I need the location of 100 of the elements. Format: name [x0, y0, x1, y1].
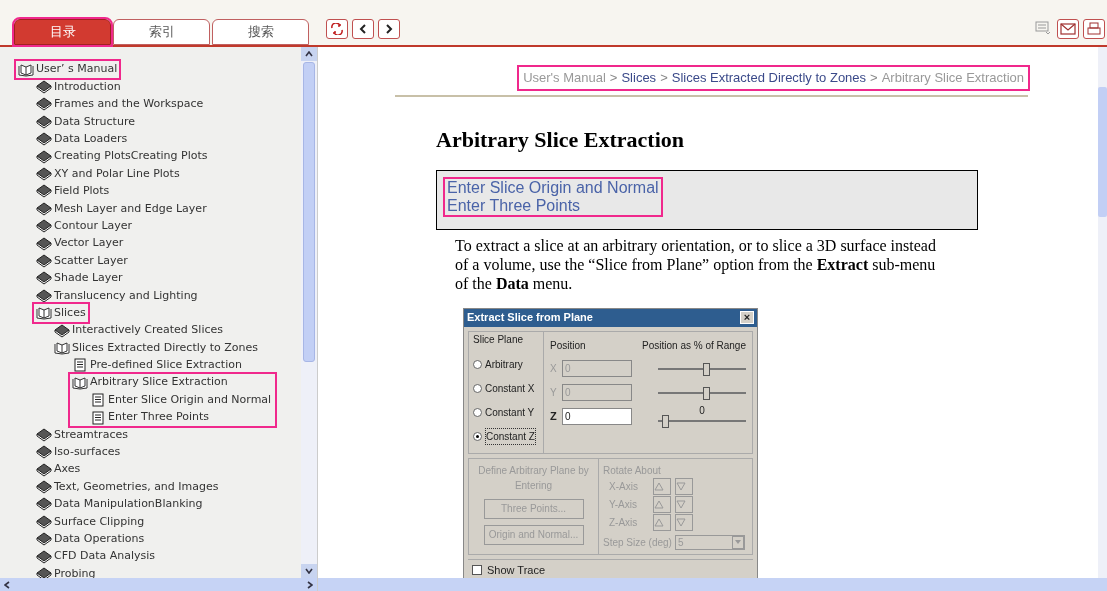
breadcrumb-separator: >	[870, 69, 878, 87]
closed-book-icon	[36, 132, 52, 147]
tab[interactable]: 搜索	[212, 19, 309, 45]
tree-item[interactable]: Mesh Layer and Edge Layer	[34, 200, 209, 218]
tree-item[interactable]: Shade Layer	[34, 269, 125, 288]
closed-book-icon	[36, 497, 52, 512]
checkbox-label: Show Trace	[487, 562, 546, 578]
closed-book-icon	[36, 201, 52, 216]
slider-track[interactable]	[658, 386, 746, 399]
closed-book-icon	[36, 97, 52, 112]
radio-button[interactable]	[473, 408, 482, 417]
breadcrumb-text: User's Manual	[523, 69, 606, 87]
scroll-up-icon[interactable]	[301, 47, 317, 61]
tree-item[interactable]: Surface Clipping	[34, 513, 147, 531]
slider-track[interactable]	[658, 362, 746, 375]
tree-item[interactable]: Introduction	[34, 78, 123, 96]
open-book-icon	[18, 62, 34, 77]
tree-item[interactable]: Interactively Created Slices	[52, 321, 225, 340]
closed-book-icon	[36, 114, 52, 129]
tree-item[interactable]: Axes	[34, 461, 83, 479]
page-title: Arbitrary Slice Extraction	[436, 125, 686, 154]
print-icon[interactable]	[1083, 19, 1105, 39]
section-label: Define Arbitrary Plane by Entering	[477, 463, 590, 493]
refresh-icon[interactable]	[326, 19, 348, 39]
closed-book-icon	[54, 323, 70, 338]
axis-label: Z	[550, 409, 558, 425]
tree-item[interactable]: Text, Geometries, and Images	[34, 478, 221, 496]
dialog-title: Extract Slice from Plane	[467, 310, 593, 326]
field-label: Step Size (deg)	[603, 535, 672, 550]
tree-item[interactable]: Data Loaders	[34, 130, 130, 148]
tree-item[interactable]: Data ManipulationBlanking	[34, 495, 205, 514]
vertical-scrollbar[interactable]	[301, 47, 317, 578]
topic-link[interactable]: Enter Slice Origin and Normal	[447, 178, 659, 197]
tree-item[interactable]: Enter Slice Origin and Normal	[88, 391, 274, 409]
tree-item[interactable]: Data Structure	[34, 113, 137, 131]
axis-label: Z-Axis	[609, 516, 639, 530]
tree-item[interactable]: Creating PlotsCreating Plots	[34, 147, 210, 166]
closed-book-icon	[36, 236, 52, 251]
tree-item[interactable]: Streamtraces	[34, 426, 130, 444]
closed-book-icon	[36, 567, 52, 578]
open-book-icon	[36, 306, 52, 321]
breadcrumb-link[interactable]: Slices	[621, 68, 657, 88]
tree-item[interactable]: Contour Layer	[34, 217, 135, 235]
scroll-left-icon[interactable]	[4, 580, 10, 589]
vertical-scrollbar[interactable]	[1098, 47, 1107, 578]
tree-item[interactable]: Frames and the Workspace	[34, 95, 206, 114]
checkbox[interactable]	[472, 565, 482, 575]
tree-item[interactable]: Pre-defined Slice Extraction	[70, 356, 244, 375]
closed-book-icon	[36, 271, 52, 286]
forward-icon[interactable]	[378, 19, 400, 39]
radio-label: Constant Y	[485, 406, 535, 420]
closed-book-icon	[36, 288, 52, 303]
closed-book-icon	[36, 80, 52, 95]
tree-item[interactable]: Iso-surfaces	[34, 443, 123, 461]
tab[interactable]: 目录	[14, 19, 111, 45]
tree-item[interactable]: Data Operations	[34, 530, 147, 548]
tree-item[interactable]: Slices	[34, 304, 88, 322]
radio-button[interactable]	[473, 432, 482, 441]
tree-item[interactable]: Field Plots	[34, 182, 112, 201]
closed-book-icon	[36, 480, 52, 495]
radio-button[interactable]	[473, 384, 482, 393]
tree-item[interactable]: Vector Layer	[34, 234, 126, 253]
page-icon	[90, 393, 106, 408]
position-field[interactable]: 0	[562, 408, 632, 425]
tab[interactable]: 索引	[113, 19, 210, 45]
scroll-down-icon[interactable]	[301, 564, 317, 578]
breadcrumb-link[interactable]: Slices Extracted Directly to Zones	[671, 68, 867, 88]
slider-thumb[interactable]	[662, 415, 670, 428]
tree-item[interactable]: CFD Data Analysis	[34, 547, 158, 566]
breadcrumb-text: Arbitrary Slice Extraction	[881, 69, 1024, 87]
closed-book-icon	[36, 184, 52, 199]
closed-book-icon	[36, 219, 52, 234]
closed-book-icon	[36, 549, 52, 564]
tree-item[interactable]: Enter Three Points	[88, 408, 212, 427]
tree-item[interactable]: User’ s Manual	[16, 61, 120, 79]
tree-item[interactable]: Arbitrary Slice Extraction	[70, 374, 230, 392]
scroll-right-icon[interactable]	[307, 580, 313, 589]
closed-book-icon	[36, 167, 52, 182]
axis-label: X	[550, 362, 558, 376]
axis-label: Y-Axis	[609, 498, 638, 512]
radio-button[interactable]	[473, 360, 482, 369]
tree-item[interactable]: Scatter Layer	[34, 252, 130, 270]
close-button[interactable]: ×	[740, 311, 754, 324]
scroll-thumb[interactable]	[303, 62, 315, 362]
back-icon[interactable]	[352, 19, 374, 39]
slider-track[interactable]	[658, 415, 746, 427]
breadcrumb-separator: >	[660, 69, 668, 87]
tree-item[interactable]: Translucency and Lighting	[34, 287, 200, 305]
closed-book-icon	[36, 427, 52, 442]
horizontal-scrollbar[interactable]	[0, 578, 317, 591]
tree-item[interactable]: Slices Extracted Directly to Zones	[52, 339, 261, 357]
caret-icon	[731, 535, 744, 549]
radio-label: Arbitrary	[485, 358, 523, 372]
closed-book-icon	[36, 149, 52, 164]
page-icon	[90, 410, 106, 425]
tree-item[interactable]: XY and Polar Line Plots	[34, 165, 182, 183]
horizontal-scrollbar[interactable]	[318, 578, 1107, 591]
mail-icon[interactable]	[1057, 19, 1079, 39]
group-label: Slice Plane	[473, 332, 525, 347]
topic-link[interactable]: Enter Three Points	[447, 196, 659, 215]
